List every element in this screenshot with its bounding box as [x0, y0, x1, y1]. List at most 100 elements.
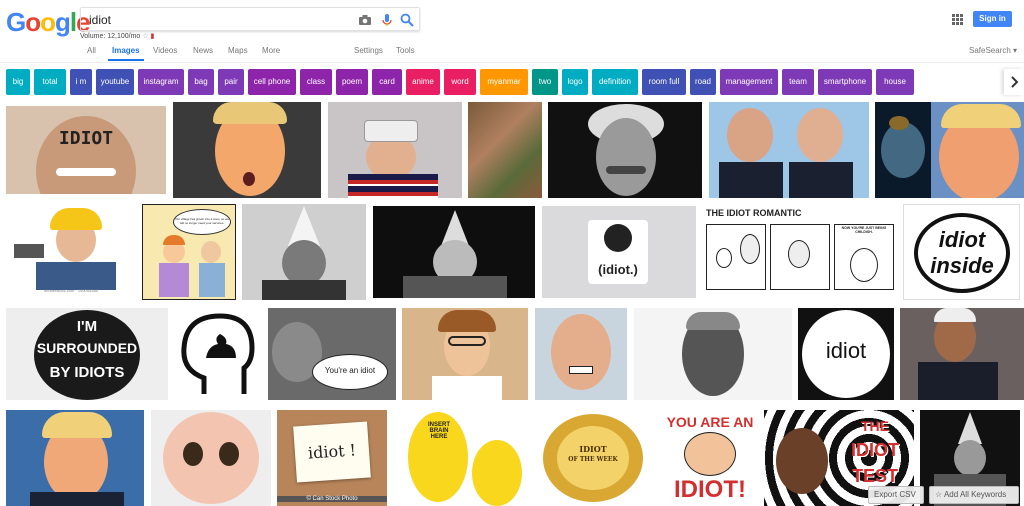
related-search-chip[interactable]: house: [876, 69, 914, 95]
safesearch-toggle[interactable]: SafeSearch ▾: [969, 46, 1017, 55]
search-box[interactable]: idiot: [80, 7, 420, 31]
image-result[interactable]: YOU ARE AN IDIOT!: [662, 410, 758, 506]
button-text: BY IDIOTS: [49, 364, 125, 381]
image-result[interactable]: [709, 102, 869, 198]
image-result[interactable]: You're an idiot: [268, 308, 396, 400]
award-text: OF THE WEEK: [568, 456, 618, 463]
related-search-chip[interactable]: word: [444, 69, 476, 95]
image-result[interactable]: Our village has grown into a town, so we…: [142, 204, 236, 300]
export-csv-label: Export CSV: [874, 490, 916, 499]
image-result[interactable]: [151, 410, 271, 506]
related-search-chip[interactable]: pair: [218, 69, 244, 95]
sign-in-button[interactable]: Sign in: [973, 11, 1012, 27]
logo-letter: g: [55, 7, 71, 37]
image-result[interactable]: [931, 102, 1024, 198]
watermark-text: © Can Stock Photo: [277, 496, 387, 502]
tab-settings[interactable]: Settings: [354, 46, 383, 55]
related-search-chip[interactable]: poem: [336, 69, 368, 95]
logo-text: inside: [930, 253, 994, 278]
image-result[interactable]: [402, 308, 528, 400]
image-result[interactable]: [548, 102, 702, 198]
image-result[interactable]: [900, 308, 1024, 400]
chips-next-button[interactable]: [1004, 69, 1024, 95]
image-result[interactable]: [174, 308, 260, 400]
image-result[interactable]: [373, 206, 535, 298]
related-searches-bar: big total i m youtube instagram bag pair cell p…: [0, 69, 1024, 97]
image-result[interactable]: [634, 308, 792, 400]
poster-text: THE: [861, 418, 889, 434]
star-icon[interactable]: ☆: [142, 33, 148, 40]
apps-grid-icon[interactable]: [952, 14, 963, 25]
tab-tools[interactable]: Tools: [396, 46, 415, 55]
tab-news[interactable]: News: [193, 46, 213, 55]
head-outline-icon: [181, 313, 255, 394]
image-result[interactable]: [6, 410, 144, 506]
microphone-icon[interactable]: [379, 12, 395, 28]
search-icon[interactable]: [399, 12, 415, 28]
poster-text: IDIOT: [851, 440, 899, 460]
image-result[interactable]: INSERT BRAIN HERE: [400, 410, 524, 506]
star-icon: ☆: [935, 490, 943, 499]
tab-images[interactable]: Images: [112, 46, 140, 55]
search-input[interactable]: idiot: [89, 13, 111, 27]
image-result[interactable]: [242, 204, 366, 300]
related-search-chip[interactable]: i m: [70, 69, 92, 95]
related-search-chip[interactable]: smartphone: [818, 69, 872, 95]
image-result[interactable]: [468, 102, 542, 198]
related-search-chip[interactable]: bag: [188, 69, 214, 95]
related-search-chip[interactable]: myanmar: [480, 69, 528, 95]
add-all-keywords-button[interactable]: ☆ Add All Keywords: [929, 486, 1019, 504]
related-search-chip[interactable]: logo: [562, 69, 588, 95]
related-search-chip[interactable]: road: [690, 69, 716, 95]
image-result[interactable]: idiot inside: [903, 204, 1020, 300]
image-result[interactable]: [535, 308, 627, 400]
image-result[interactable]: idiot ! © Can Stock Photo: [277, 410, 387, 506]
volume-text: Volume: 12,100/mo: [80, 33, 141, 40]
image-result[interactable]: [173, 102, 321, 198]
camera-icon[interactable]: [357, 12, 373, 28]
image-result[interactable]: IDIOT: [6, 106, 166, 194]
related-search-chip[interactable]: instagram: [138, 69, 184, 95]
related-search-chip[interactable]: class: [300, 69, 332, 95]
related-search-chip[interactable]: big: [6, 69, 30, 95]
logo-letter: G: [6, 7, 26, 37]
image-result[interactable]: shutterstock.com · 159055386: [6, 204, 136, 296]
image-result[interactable]: IDIOT OF THE WEEK: [531, 410, 655, 506]
tab-more[interactable]: More: [262, 46, 280, 55]
related-search-chip[interactable]: card: [372, 69, 402, 95]
add-keywords-label: Add All Keywords: [943, 490, 1007, 499]
award-text: IDIOT: [579, 444, 607, 454]
image-result[interactable]: THE IDIOT ROMANTIC NOW YOU'RE JUST BEING…: [704, 204, 896, 300]
google-logo[interactable]: Google: [6, 7, 91, 38]
related-search-chip[interactable]: youtube: [96, 69, 134, 95]
chevron-right-icon: [1011, 76, 1019, 88]
image-result[interactable]: idiot: [798, 308, 894, 400]
related-search-chip[interactable]: anime: [406, 69, 440, 95]
related-search-chip[interactable]: management: [720, 69, 778, 95]
comic-speech-text: Our village has grown into a town, so we…: [175, 217, 229, 225]
export-csv-button[interactable]: Export CSV: [868, 486, 924, 504]
related-search-chip[interactable]: two: [532, 69, 558, 95]
watermark-text: shutterstock.com · 159055386: [44, 288, 98, 293]
cartoon-text: INSERT BRAIN HERE: [427, 422, 450, 440]
poster-text: TEST: [851, 466, 898, 486]
related-search-chip[interactable]: definition: [592, 69, 638, 95]
logo-text: idiot: [938, 227, 986, 252]
image-result[interactable]: [875, 102, 931, 198]
tab-all[interactable]: All: [87, 46, 96, 55]
image-result[interactable]: [328, 102, 462, 198]
trash-icon[interactable]: ▮: [151, 33, 155, 40]
button-text: SURROUNDED: [36, 340, 138, 356]
related-search-chip[interactable]: total: [34, 69, 66, 95]
tab-maps[interactable]: Maps: [228, 46, 248, 55]
related-search-chip[interactable]: cell phone: [248, 69, 296, 95]
image-result[interactable]: (idiot.): [542, 206, 696, 298]
related-search-chip[interactable]: room full: [642, 69, 686, 95]
logo-text: idiot: [825, 338, 867, 363]
header: Google idiot Volume: 12,100/mo ☆ ▮ Sign …: [0, 0, 1024, 62]
comic-title: THE IDIOT ROMANTIC: [706, 208, 802, 218]
image-result[interactable]: I'M SURROUNDED BY IDIOTS: [6, 308, 168, 400]
tab-videos[interactable]: Videos: [153, 46, 177, 55]
related-search-chip[interactable]: team: [782, 69, 814, 95]
button-text: I'M: [76, 318, 98, 335]
